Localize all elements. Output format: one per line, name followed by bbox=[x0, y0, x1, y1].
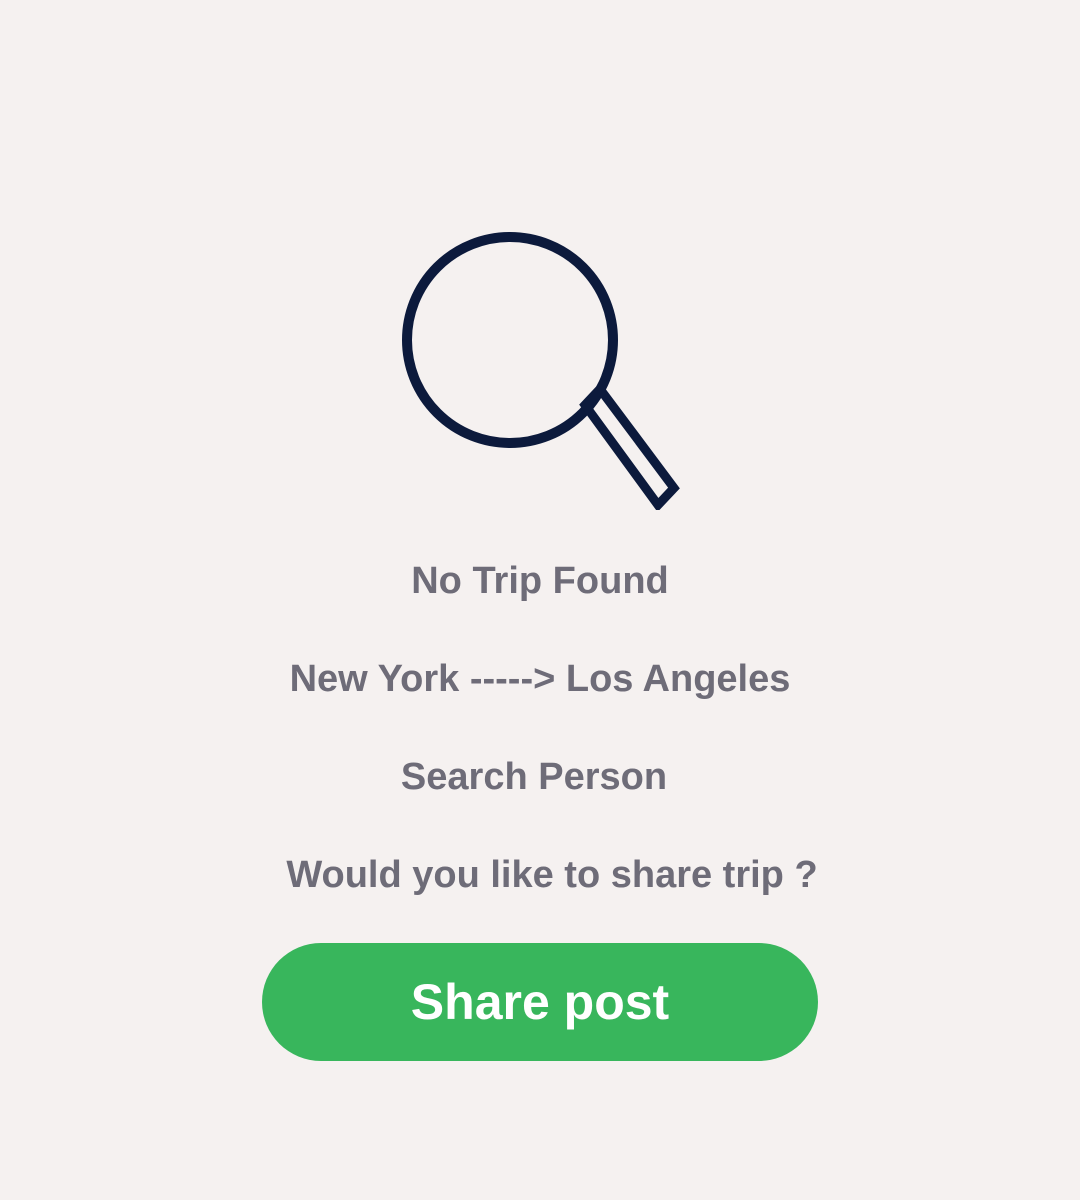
share-post-button[interactable]: Share post bbox=[262, 943, 818, 1061]
search-person-label: Search Person bbox=[400, 756, 668, 798]
no-trip-title: No Trip Found bbox=[411, 560, 669, 602]
share-trip-prompt: Would you like to share trip ? bbox=[286, 854, 818, 896]
route-text: New York -----> Los Angeles bbox=[289, 658, 791, 700]
search-icon bbox=[402, 232, 680, 510]
